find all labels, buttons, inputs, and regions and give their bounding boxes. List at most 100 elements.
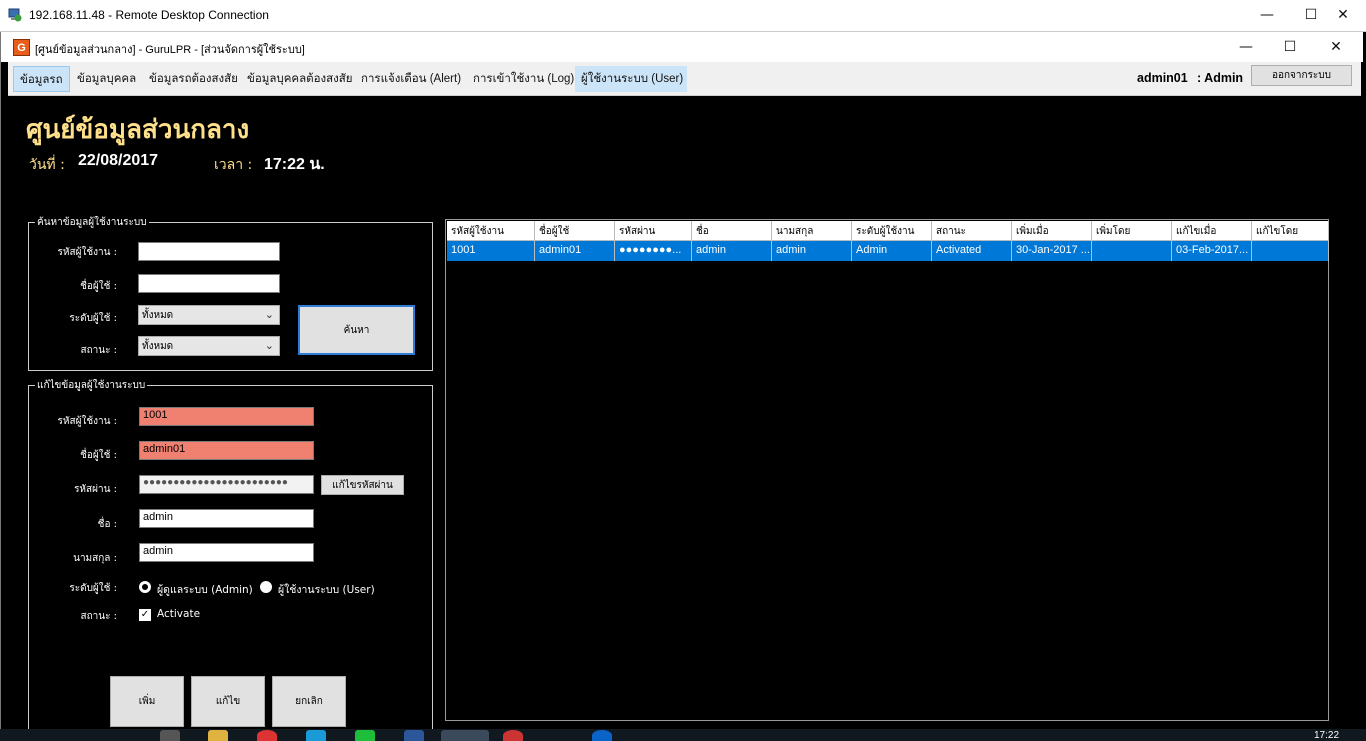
menu-item-user[interactable]: ผู้ใช้งานระบบ (User)	[575, 66, 687, 92]
app-maximize-button[interactable]: ☐	[1267, 32, 1313, 62]
taskbar-app-icon[interactable]	[592, 730, 612, 741]
word-icon[interactable]	[404, 730, 424, 741]
edit-lastname-label: นามสกุล :	[73, 553, 117, 564]
edit-firstname-field[interactable]: admin	[139, 509, 314, 528]
cancel-button[interactable]: ยกเลิก	[272, 676, 346, 727]
search-status-label: สถานะ :	[80, 345, 117, 356]
grid-header-cell[interactable]: ชื่อผู้ใช้	[535, 221, 615, 241]
app-minimize-button[interactable]: —	[1223, 32, 1269, 62]
page-title: ศูนย์ข้อมูลส่วนกลาง	[26, 115, 250, 145]
grid-cell: Activated	[932, 241, 1012, 261]
grid-header-cell[interactable]: ระดับผู้ใช้งาน	[852, 221, 932, 241]
edit-group-legend: แก้ไขข้อมูลผู้ใช้งานระบบ	[35, 378, 148, 393]
menu-item-alert[interactable]: การแจ้งเตือน (Alert)	[355, 66, 467, 92]
edit-password-label: รหัสผ่าน :	[74, 484, 117, 495]
search-status-value: ทั้งหมด	[142, 341, 174, 352]
grid-header-cell[interactable]: เพิ่มเมื่อ	[1012, 221, 1092, 241]
edit-user-id-label: รหัสผู้ใช้งาน :	[57, 416, 117, 427]
app-window-title: [ศูนย์ข้อมูลส่วนกลาง] - GuruLPR - [ส่วนจ…	[35, 44, 305, 56]
table-row[interactable]: 1001 admin01 ●●●●●●●●... admin admin Adm…	[447, 241, 1329, 261]
taskbar-clock: 17:22	[1314, 730, 1340, 741]
rdp-title-bar: 192.168.11.48 - Remote Desktop Connectio…	[0, 0, 1366, 32]
level-admin-radio[interactable]	[139, 581, 151, 593]
menu-item-suspect-vehicle[interactable]: ข้อมูลรถต้องสงสัย	[143, 66, 244, 92]
current-username: admin01	[1137, 71, 1188, 85]
menu-item-suspect-person[interactable]: ข้อมูลบุคคลต้องสงสัย	[241, 66, 359, 92]
chrome-icon[interactable]	[257, 730, 277, 741]
search-status-select[interactable]: ทั้งหมด ⌄	[138, 336, 280, 356]
menu-bar: ข้อมูลรถ ข้อมูลบุคคล ข้อมูลรถต้องสงสัย ข…	[8, 62, 1361, 96]
menu-item-log[interactable]: การเข้าใช้งาน (Log)	[467, 66, 580, 92]
time-value: 17:22 น.	[264, 156, 325, 173]
grid-cell: 03-Feb-2017...	[1172, 241, 1252, 261]
search-button[interactable]: ค้นหา	[298, 305, 415, 355]
rdp-minimize-button[interactable]: —	[1244, 0, 1290, 30]
grid-header-cell[interactable]: ชื่อ	[692, 221, 772, 241]
chevron-down-icon: ⌄	[264, 339, 274, 352]
search-group-legend: ค้นหาข้อมูลผู้ใช้งานระบบ	[35, 215, 149, 230]
change-password-button[interactable]: แก้ไขรหัสผ่าน	[321, 475, 404, 495]
taskbar-app-icon[interactable]	[503, 730, 523, 741]
taskbar-app-icon[interactable]	[306, 730, 326, 741]
users-grid: รหัสผู้ใช้งาน ชื่อผู้ใช้ รหัสผ่าน ชื่อ น…	[445, 219, 1329, 721]
edit-user-id-field[interactable]: 1001	[139, 407, 314, 426]
search-level-label: ระดับผู้ใช้ :	[69, 313, 117, 324]
main-content: ศูนย์ข้อมูลส่วนกลาง วันที่ : 22/08/2017 …	[8, 96, 1361, 741]
level-user-label: ผู้ใช้งานระบบ (User)	[278, 584, 375, 596]
grid-cell: ●●●●●●●●...	[615, 241, 692, 261]
level-user-radio[interactable]	[260, 581, 272, 593]
search-level-select[interactable]: ทั้งหมด ⌄	[138, 305, 280, 325]
edit-status-label: สถานะ :	[80, 611, 117, 622]
edit-button[interactable]: แก้ไข	[191, 676, 265, 727]
activate-checkbox[interactable]: ✓	[139, 609, 151, 621]
edit-lastname-field[interactable]: admin	[139, 543, 314, 562]
grid-header-cell[interactable]: นามสกุล	[772, 221, 852, 241]
grid-cell	[1252, 241, 1329, 261]
date-label: วันที่ :	[29, 157, 65, 173]
search-level-value: ทั้งหมด	[142, 310, 174, 321]
date-value: 22/08/2017	[78, 152, 159, 169]
menu-item-person-data[interactable]: ข้อมูลบุคคล	[71, 66, 142, 92]
remote-desktop-taskbar-icon[interactable]	[441, 730, 489, 741]
search-user-id-input[interactable]	[138, 242, 280, 261]
grid-header-cell[interactable]: สถานะ	[932, 221, 1012, 241]
grid-header-cell[interactable]: แก้ไขโดย	[1252, 221, 1329, 241]
logout-button[interactable]: ออกจากระบบ	[1251, 65, 1352, 86]
grid-cell: admin	[692, 241, 772, 261]
app-window: G [ศูนย์ข้อมูลส่วนกลาง] - GuruLPR - [ส่ว…	[0, 32, 1366, 741]
search-username-input[interactable]	[138, 274, 280, 293]
line-icon[interactable]	[355, 730, 375, 741]
app-close-button[interactable]: ✕	[1313, 32, 1359, 62]
search-username-label: ชื่อผู้ใช้ :	[80, 281, 117, 292]
grid-cell: admin01	[535, 241, 615, 261]
search-user-id-label: รหัสผู้ใช้งาน :	[57, 247, 117, 258]
grid-cell: 1001	[447, 241, 535, 261]
grid-header: รหัสผู้ใช้งาน ชื่อผู้ใช้ รหัสผ่าน ชื่อ น…	[447, 221, 1329, 241]
edit-username-label: ชื่อผู้ใช้ :	[80, 450, 117, 461]
grid-header-cell[interactable]: แก้ไขเมื่อ	[1172, 221, 1252, 241]
level-admin-label: ผู้ดูแลระบบ (Admin)	[157, 584, 253, 596]
grid-header-cell[interactable]: เพิ่มโดย	[1092, 221, 1172, 241]
grid-cell	[1092, 241, 1172, 261]
edit-level-label: ระดับผู้ใช้ :	[69, 583, 117, 594]
time-label: เวลา :	[214, 157, 253, 173]
edit-group: แก้ไขข้อมูลผู้ใช้งานระบบ รหัสผู้ใช้งาน :…	[28, 378, 433, 741]
grid-cell: 30-Jan-2017 ...	[1012, 241, 1092, 261]
taskbar-app-icon[interactable]	[160, 730, 180, 741]
menu-item-vehicle-data[interactable]: ข้อมูลรถ	[13, 66, 70, 92]
grid-cell: admin	[772, 241, 852, 261]
grid-header-cell[interactable]: รหัสผู้ใช้งาน	[447, 221, 535, 241]
add-button[interactable]: เพิ่ม	[110, 676, 184, 727]
edit-username-field[interactable]: admin01	[139, 441, 314, 460]
chevron-down-icon: ⌄	[264, 308, 274, 321]
edit-password-field[interactable]: ●●●●●●●●●●●●●●●●●●●●●●●●	[139, 475, 314, 494]
app-title-bar: G [ศูนย์ข้อมูลส่วนกลาง] - GuruLPR - [ส่ว…	[1, 32, 1363, 62]
rdp-window-title: 192.168.11.48 - Remote Desktop Connectio…	[29, 8, 269, 22]
edit-firstname-label: ชื่อ :	[97, 519, 117, 530]
gurulpr-logo-icon: G	[13, 39, 30, 56]
grid-header-cell[interactable]: รหัสผ่าน	[615, 221, 692, 241]
activate-label: Activate	[157, 608, 201, 620]
rdp-close-button[interactable]: ✕	[1320, 0, 1366, 30]
grid-cell: Admin	[852, 241, 932, 261]
folder-icon[interactable]	[208, 730, 228, 741]
